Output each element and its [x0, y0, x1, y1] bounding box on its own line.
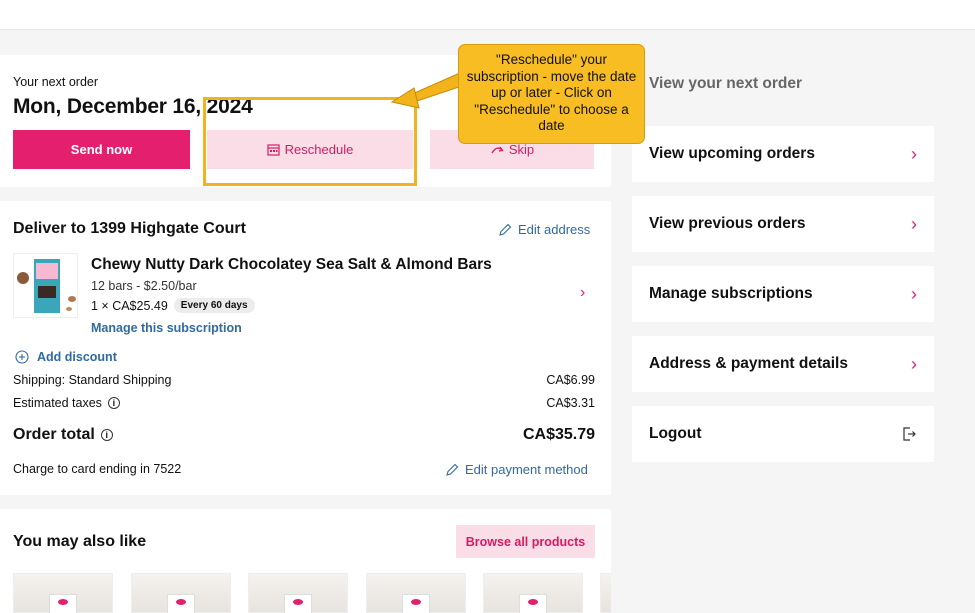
product-qty-price: 1 × CA$25.49 [91, 298, 168, 313]
recommended-product-thumb[interactable] [131, 573, 231, 613]
chevron-right-icon: › [911, 283, 917, 304]
sidebar-item-label: Logout [649, 425, 702, 442]
recommended-product-thumb[interactable] [13, 573, 113, 613]
sidebar-item-label: View your next order [649, 75, 803, 92]
edit-address-label: Edit address [518, 222, 591, 237]
product-price: 1 × CA$25.49 Every 60 days [91, 298, 255, 313]
recommendation-thumbnails [13, 573, 611, 613]
sidebar-item-address-payment[interactable]: Address & payment details › [632, 336, 934, 392]
recommended-product-thumb[interactable] [600, 573, 611, 613]
sidebar-item-manage-subscriptions[interactable]: Manage subscriptions › [632, 266, 934, 322]
next-order-label: Your next order [13, 75, 99, 89]
taxes-label: Estimated taxes [13, 396, 102, 410]
shipping-value: CA$6.99 [546, 373, 595, 387]
frequency-badge: Every 60 days [173, 298, 255, 313]
browse-all-button[interactable]: Browse all products [456, 525, 595, 558]
taxes-row: Estimated taxes i CA$3.31 [13, 396, 595, 410]
info-icon[interactable]: i [100, 429, 113, 441]
shipping-row: Shipping: Standard Shipping CA$6.99 [13, 373, 595, 387]
sidebar-item-logout[interactable]: Logout [632, 406, 934, 462]
recommendations-title: You may also like [13, 533, 147, 550]
sidebar-item-next-order[interactable]: View your next order [632, 56, 934, 112]
sidebar-item-label: Manage subscriptions [649, 285, 813, 302]
chevron-right-icon[interactable]: › [580, 284, 585, 302]
pencil-icon [446, 463, 459, 476]
recommended-product-thumb[interactable] [366, 573, 466, 613]
edit-payment-link[interactable]: Edit payment method [445, 462, 588, 477]
product-thumbnail[interactable] [13, 253, 78, 318]
total-label: Order total [13, 426, 95, 443]
delivery-card: Deliver to 1399 Highgate Court Edit addr… [0, 201, 611, 495]
total-value: CA$35.79 [522, 426, 595, 443]
recommendations-card: You may also like Browse all products [0, 509, 611, 613]
sidebar-item-label: View upcoming orders [649, 145, 815, 162]
chevron-right-icon: › [911, 143, 917, 164]
annotation-callout: "Reschedule" your subscription - move th… [458, 44, 645, 144]
add-discount-label: Add discount [37, 350, 117, 364]
add-discount-link[interactable]: Add discount [15, 350, 117, 364]
recommended-product-thumb[interactable] [248, 573, 348, 613]
product-subtitle: 12 bars - $2.50/bar [91, 279, 197, 293]
delivery-title: Deliver to 1399 Highgate Court [13, 220, 246, 237]
total-row: Order total i CA$35.79 [13, 426, 595, 444]
card-label: Charge to card ending in 7522 [13, 462, 182, 476]
sidebar-item-previous-orders[interactable]: View previous orders › [632, 196, 934, 252]
sidebar-item-upcoming-orders[interactable]: View upcoming orders › [632, 126, 934, 182]
skip-label: Skip [508, 142, 535, 157]
pencil-icon [499, 223, 512, 236]
send-now-button[interactable]: Send now [13, 130, 190, 169]
shipping-label: Shipping: Standard Shipping [13, 373, 172, 387]
edit-payment-label: Edit payment method [465, 462, 588, 477]
info-icon[interactable]: i [107, 397, 120, 409]
manage-subscription-link[interactable]: Manage this subscription [91, 321, 242, 335]
plus-circle-icon [15, 350, 29, 364]
top-bar [0, 0, 975, 30]
sidebar-item-label: View previous orders [649, 215, 806, 232]
chevron-right-icon: › [911, 353, 917, 374]
edit-address-link[interactable]: Edit address [498, 222, 590, 237]
chevron-right-icon: › [911, 213, 917, 234]
highlight-box [203, 97, 417, 186]
recommended-product-thumb[interactable] [483, 573, 583, 613]
skip-arrow-icon [491, 146, 504, 153]
send-now-label: Send now [70, 142, 133, 157]
taxes-value: CA$3.31 [546, 396, 595, 410]
product-name: Chewy Nutty Dark Chocolatey Sea Salt & A… [91, 256, 492, 273]
sidebar-item-label: Address & payment details [649, 355, 848, 372]
logout-icon [903, 427, 916, 441]
